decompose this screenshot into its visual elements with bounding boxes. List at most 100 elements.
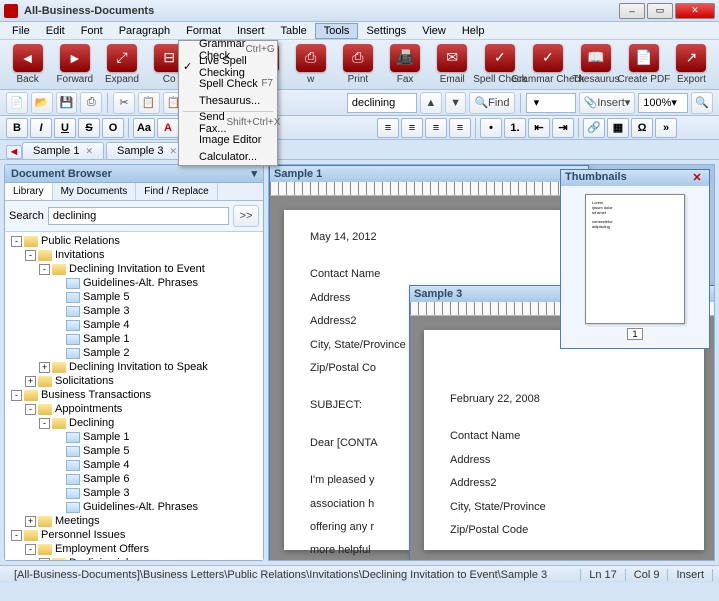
tree-node[interactable]: -Employment Offers (7, 542, 261, 556)
tree-node[interactable]: Sample 4 (7, 318, 261, 332)
numbers-button[interactable]: 1. (504, 118, 526, 138)
expand-icon[interactable]: + (39, 362, 50, 373)
back-button[interactable]: ◄Back (6, 42, 49, 88)
italic-button[interactable]: I (30, 118, 52, 138)
align-center-button[interactable]: ≡ (401, 118, 423, 138)
chevron-icon[interactable]: ▾ (251, 167, 257, 180)
menuitem-thesaurus-[interactable]: Thesaurus... (179, 92, 277, 109)
style-combo[interactable]: ▾ (526, 93, 576, 113)
tree-node[interactable]: Sample 3 (7, 486, 261, 500)
menu-format[interactable]: Format (178, 24, 229, 38)
menu-help[interactable]: Help (454, 24, 493, 38)
insert-button[interactable]: 📎Insert ▾ (579, 92, 636, 114)
menuitem-spell-check[interactable]: Spell CheckF7 (179, 75, 277, 92)
align-right-button[interactable]: ≡ (425, 118, 447, 138)
table-button[interactable]: ▦ (607, 118, 629, 138)
library-tab[interactable]: Library (5, 183, 53, 200)
forward-button[interactable]: ►Forward (53, 42, 96, 88)
document-tree[interactable]: -Public Relations-Invitations-Declining … (5, 232, 263, 560)
menu-edit[interactable]: Edit (38, 24, 73, 38)
menu-font[interactable]: Font (73, 24, 111, 38)
browser-header[interactable]: Document Browser▾ (5, 165, 263, 183)
thesaurus-button[interactable]: 📖Thesaurus (574, 42, 618, 88)
thumbnails-panel[interactable]: Thumbnails✕ Loremipsum dolorsit ametcons… (560, 169, 710, 349)
menu-view[interactable]: View (414, 24, 454, 38)
w-button[interactable]: ⎙w (289, 42, 332, 88)
search-input[interactable] (48, 207, 229, 225)
tab-close-icon[interactable]: ✕ (170, 146, 178, 156)
outdent-button[interactable]: ⇤ (528, 118, 550, 138)
tree-node[interactable]: -Personnel Issues (7, 528, 261, 542)
expand-icon[interactable]: - (25, 404, 36, 415)
print-button[interactable]: ⎙Print (336, 42, 379, 88)
maximize-button[interactable]: ▭ (647, 3, 673, 19)
minimize-button[interactable]: – (619, 3, 645, 19)
copy-button[interactable]: 📋 (138, 92, 160, 114)
tree-node[interactable]: -Public Relations (7, 234, 261, 248)
expand-icon[interactable]: - (11, 390, 22, 401)
menuitem-calculator-[interactable]: Calculator... (179, 148, 277, 165)
menu-settings[interactable]: Settings (358, 24, 414, 38)
find-input[interactable] (347, 93, 417, 113)
menu-paragraph[interactable]: Paragraph (111, 24, 178, 38)
tree-node[interactable]: Guidelines-Alt. Phrases (7, 276, 261, 290)
tree-node[interactable]: Sample 4 (7, 458, 261, 472)
find-prev-button[interactable]: ▲ (420, 92, 442, 114)
expand-icon[interactable]: + (25, 516, 36, 527)
menuitem-send-fax-[interactable]: Send Fax...Shift+Ctrl+X (179, 114, 277, 131)
grammar-check-button[interactable]: ✓Grammar Check (526, 42, 570, 88)
menu-table[interactable]: Table (272, 24, 314, 38)
zoom-button[interactable]: 🔍 (691, 92, 713, 114)
document-page[interactable]: February 22, 2008 Contact NameAddressAdd… (424, 330, 704, 550)
findreplace-tab[interactable]: Find / Replace (136, 183, 217, 200)
email-button[interactable]: ✉Email (431, 42, 474, 88)
tree-node[interactable]: Sample 6 (7, 472, 261, 486)
expand-button[interactable]: ⤢Expand (100, 42, 143, 88)
close-button[interactable]: ✕ (675, 3, 715, 19)
tab-prev-button[interactable]: ◄ (6, 145, 22, 159)
bullets-button[interactable]: • (480, 118, 502, 138)
symbol-button[interactable]: Ω (631, 118, 653, 138)
tree-node[interactable]: +Declining Invitation to Speak (7, 360, 261, 374)
case-button[interactable]: Aa (133, 118, 155, 138)
tab-sample-1[interactable]: Sample 1✕ (22, 142, 104, 159)
tab-close-icon[interactable]: ✕ (85, 146, 93, 156)
thumbnails-close-icon[interactable]: ✕ (689, 171, 705, 185)
expand-icon[interactable]: + (39, 558, 50, 560)
find-button[interactable]: 🔍Find (469, 92, 514, 114)
tree-node[interactable]: Guidelines-Alt. Phrases (7, 500, 261, 514)
menuitem-live-spell-checking[interactable]: Live Spell Checking (179, 58, 277, 75)
bold-button[interactable]: B (6, 118, 28, 138)
font-color-button[interactable]: A (157, 118, 179, 138)
strike-button[interactable]: S (78, 118, 100, 138)
tree-node[interactable]: Sample 5 (7, 290, 261, 304)
fax-button[interactable]: 📠Fax (384, 42, 427, 88)
more-button[interactable]: » (655, 118, 677, 138)
tree-node[interactable]: +Solicitations (7, 374, 261, 388)
justify-button[interactable]: ≡ (449, 118, 471, 138)
zoom-combo[interactable]: 100% ▾ (638, 93, 688, 113)
expand-icon[interactable]: + (25, 376, 36, 387)
print-button[interactable]: ⎙ (80, 92, 102, 114)
tree-node[interactable]: -Invitations (7, 248, 261, 262)
menuitem-image-editor[interactable]: Image Editor (179, 131, 277, 148)
tree-node[interactable]: +Meetings (7, 514, 261, 528)
export-button[interactable]: ↗Export (670, 42, 713, 88)
expand-icon[interactable]: - (39, 418, 50, 429)
page-thumbnail[interactable]: Loremipsum dolorsit ametconsecteturadipi… (585, 194, 685, 324)
tab-sample-3[interactable]: Sample 3✕ (106, 142, 188, 159)
tree-node[interactable]: Sample 2 (7, 346, 261, 360)
tree-node[interactable]: -Declining (7, 416, 261, 430)
tree-node[interactable]: -Business Transactions (7, 388, 261, 402)
tree-node[interactable]: -Appointments (7, 402, 261, 416)
tree-node[interactable]: Sample 1 (7, 430, 261, 444)
menu-insert[interactable]: Insert (229, 24, 273, 38)
align-left-button[interactable]: ≡ (377, 118, 399, 138)
search-go-button[interactable]: >> (233, 205, 259, 227)
expand-icon[interactable]: - (11, 530, 22, 541)
expand-icon[interactable]: - (11, 236, 22, 247)
indent-button[interactable]: ⇥ (552, 118, 574, 138)
create-pdf-button[interactable]: 📄Create PDF (622, 42, 666, 88)
underline-button[interactable]: U (54, 118, 76, 138)
mydocs-tab[interactable]: My Documents (53, 183, 137, 200)
